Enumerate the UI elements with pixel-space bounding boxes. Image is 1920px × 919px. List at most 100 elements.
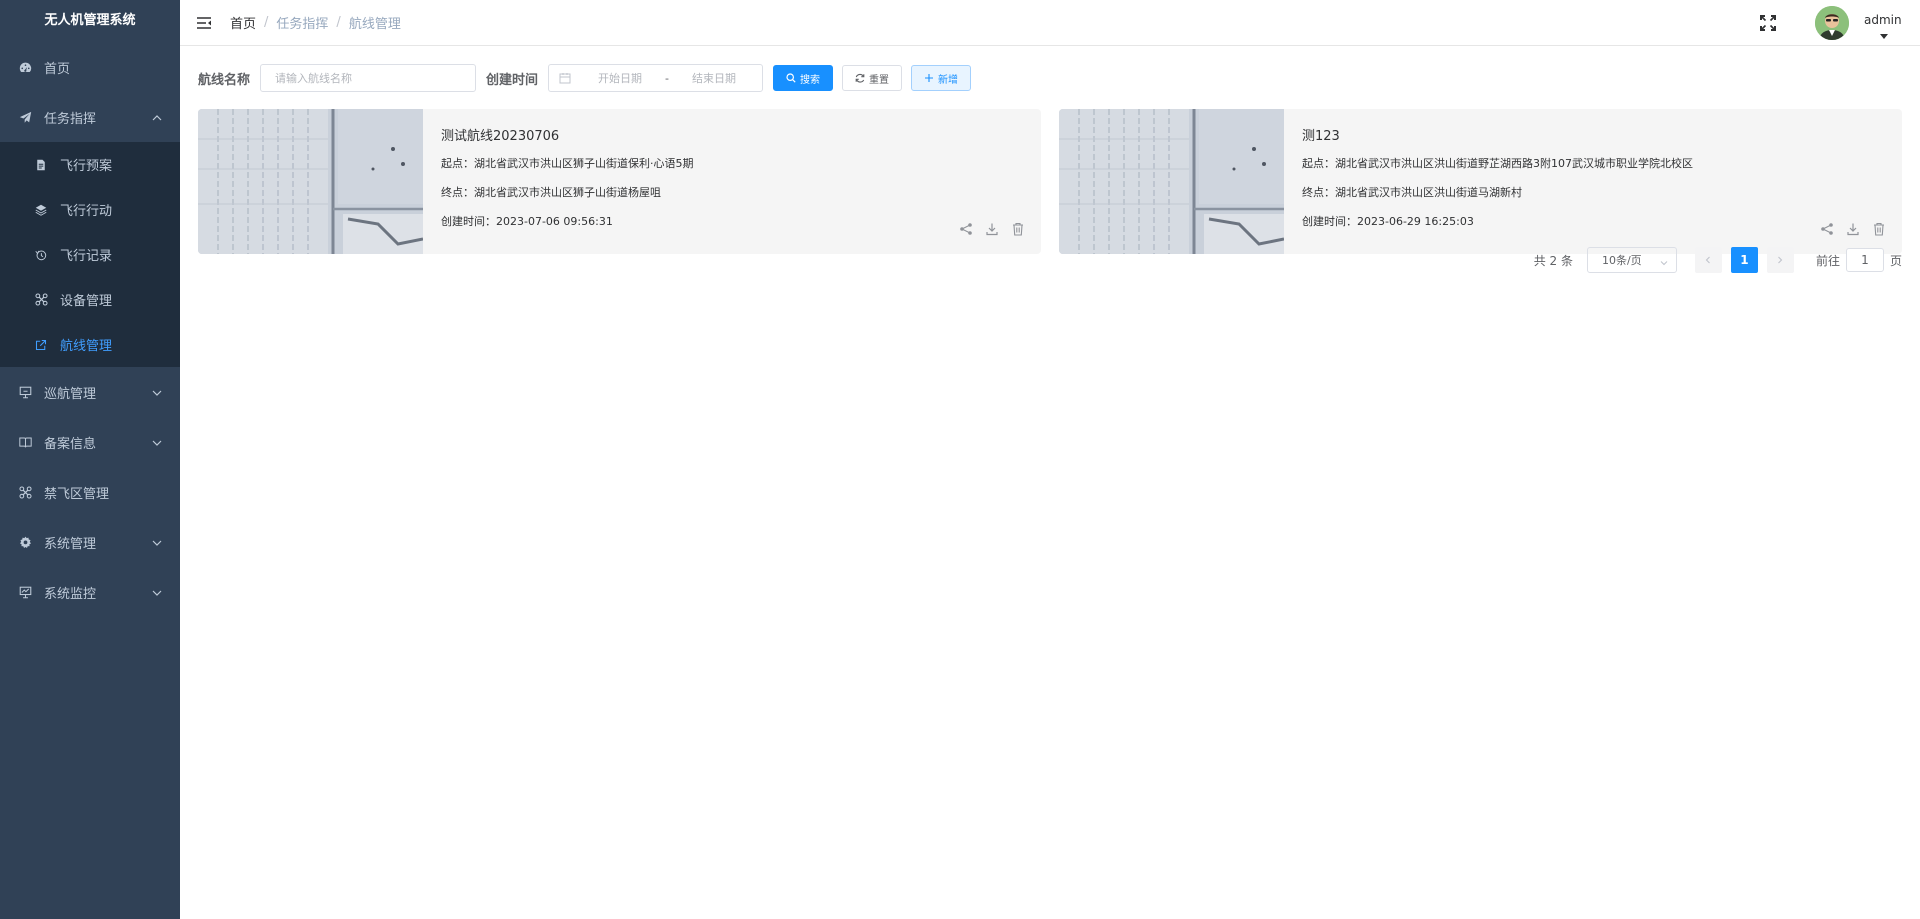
calendar-icon (559, 72, 571, 84)
route-created-time: 创建时间：2023-06-29 16:25:03 (1302, 215, 1474, 228)
delete-icon[interactable] (1872, 222, 1886, 236)
fullscreen-icon[interactable] (1759, 14, 1777, 32)
drone-icon (18, 485, 32, 499)
route-thumbnail-image (198, 109, 423, 254)
breadcrumb-home[interactable]: 首页 (230, 13, 256, 32)
monitor-chart-icon (18, 585, 32, 599)
route-card-list: 测试航线20230706 起点：湖北省武汉市洪山区狮子山街道保利·心语5期 终点… (198, 109, 1902, 254)
sidebar-item-label: 备案信息 (44, 436, 97, 452)
breadcrumb-current: 航线管理 (348, 17, 401, 32)
book-icon (18, 435, 32, 449)
create-time-label: 创建时间 (486, 72, 539, 88)
sidebar-item-flight-record[interactable]: 飞行记录 (0, 232, 180, 277)
plus-icon (925, 74, 934, 82)
reset-button-label: 重置 (869, 74, 890, 86)
date-range-separator: - (665, 71, 670, 85)
search-icon (786, 73, 796, 83)
chevron-down-icon (152, 437, 162, 447)
gear-icon (18, 535, 32, 549)
drone-icon (34, 293, 48, 307)
send-icon (18, 110, 32, 124)
sidebar-item-label: 设备管理 (60, 294, 113, 309)
share-icon[interactable] (959, 222, 973, 236)
page-size-select[interactable]: 10条/页 (1586, 247, 1677, 273)
sidebar-item-no-fly-zone[interactable]: 禁飞区管理 (0, 467, 180, 517)
search-button-label: 搜索 (800, 74, 821, 86)
route-info: 测试航线20230706 起点：湖北省武汉市洪山区狮子山街道保利·心语5期 终点… (441, 125, 1021, 243)
chevron-left-icon (1706, 256, 1711, 264)
route-end-point: 终点：湖北省武汉市洪山区洪山街道马湖新村 (1302, 186, 1522, 199)
next-page-button[interactable] (1766, 247, 1794, 273)
sidebar-item-label: 系统监控 (44, 586, 97, 602)
page-size-value: 10条/页 (1601, 254, 1642, 267)
breadcrumb: 首页 / 任务指挥 / 航线管理 (230, 13, 401, 32)
date-range-picker[interactable]: 开始日期 - 结束日期 (548, 64, 764, 92)
breadcrumb-separator: / (264, 15, 269, 30)
prev-page-button[interactable] (1694, 247, 1722, 273)
goto-page-input[interactable] (1845, 248, 1884, 272)
sidebar-item-cruise-management[interactable]: 巡航管理 (0, 367, 180, 417)
sidebar-item-filing-info[interactable]: 备案信息 (0, 417, 180, 467)
download-icon[interactable] (1846, 222, 1860, 236)
app-title: 无人机管理系统 (44, 13, 136, 28)
sidebar-item-system-management[interactable]: 系统管理 (0, 517, 180, 567)
search-button[interactable]: 搜索 (773, 65, 834, 91)
submenu-task-command: 飞行预案 飞行行动 飞行记录 设备管理 航线管理 (0, 142, 180, 367)
chevron-right-icon (1778, 256, 1783, 264)
route-name-input[interactable] (260, 64, 477, 92)
route-start-point: 起点：湖北省武汉市洪山区狮子山街道保利·心语5期 (441, 157, 694, 170)
route-start-point: 起点：湖北省武汉市洪山区洪山街道野芷湖西路3附107武汉城市职业学院北校区 (1302, 157, 1693, 170)
start-date-placeholder[interactable]: 开始日期 (585, 70, 655, 86)
route-card[interactable]: 测123 起点：湖北省武汉市洪山区洪山街道野芷湖西路3附107武汉城市职业学院北… (1059, 109, 1902, 254)
sidebar-item-label: 任务指挥 (44, 111, 97, 127)
route-card-actions (959, 222, 1025, 236)
pagination-total: 共 2 条 (1533, 253, 1573, 268)
page-number-current[interactable]: 1 (1730, 247, 1758, 273)
avatar[interactable] (1815, 6, 1849, 40)
route-title: 测123 (1302, 129, 1340, 144)
refresh-icon (855, 73, 865, 83)
end-date-placeholder[interactable]: 结束日期 (679, 70, 749, 86)
pagination: 共 2 条 10条/页 1 前往 页 (1534, 247, 1902, 273)
chevron-down-icon (152, 537, 162, 547)
sidebar: 无人机管理系统 首页 任务指挥 飞行预案 飞行行动 飞行记录 设备管理 航线管理… (0, 0, 180, 919)
page-jumper: 前往 页 (1816, 248, 1902, 272)
download-icon[interactable] (985, 222, 999, 236)
sidebar-item-system-monitor[interactable]: 系统监控 (0, 567, 180, 617)
dashboard-icon (18, 60, 32, 74)
sidebar-item-flight-action[interactable]: 飞行行动 (0, 187, 180, 232)
sidebar-item-flight-plan[interactable]: 飞行预案 (0, 142, 180, 187)
chevron-down-icon (152, 587, 162, 597)
route-thumbnail-image (1059, 109, 1284, 254)
chevron-down-icon (1660, 257, 1668, 266)
add-button-label: 新增 (938, 74, 959, 86)
chevron-up-icon (152, 112, 162, 122)
delete-icon[interactable] (1011, 222, 1025, 236)
sidebar-item-task-command[interactable]: 任务指挥 (0, 92, 180, 142)
chevron-down-icon (152, 387, 162, 397)
sidebar-item-home[interactable]: 首页 (0, 42, 180, 92)
external-link-icon (34, 338, 48, 352)
sidebar-item-label: 飞行预案 (60, 159, 113, 174)
sidebar-item-device-management[interactable]: 设备管理 (0, 277, 180, 322)
share-icon[interactable] (1820, 222, 1834, 236)
history-icon (34, 248, 48, 262)
sidebar-item-label: 飞行行动 (60, 204, 113, 219)
hamburger-menu-icon[interactable] (196, 16, 212, 30)
breadcrumb-task-command: 任务指挥 (276, 17, 329, 32)
sidebar-item-route-management[interactable]: 航线管理 (0, 322, 180, 367)
goto-label: 前往 (1815, 253, 1840, 268)
document-icon (34, 158, 48, 172)
monitor-icon (18, 385, 32, 399)
user-menu[interactable]: admin (1864, 13, 1920, 39)
search-form: 航线名称 创建时间 开始日期 - 结束日期 搜索 重置 新增 (198, 63, 1902, 93)
reset-button[interactable]: 重置 (842, 65, 903, 91)
top-navbar: 首页 / 任务指挥 / 航线管理 admin (180, 0, 1920, 46)
route-card-actions (1820, 222, 1886, 236)
sidebar-item-label: 巡航管理 (44, 386, 97, 402)
add-button[interactable]: 新增 (911, 65, 972, 91)
sidebar-item-label: 系统管理 (44, 536, 97, 552)
route-card[interactable]: 测试航线20230706 起点：湖北省武汉市洪山区狮子山街道保利·心语5期 终点… (198, 109, 1041, 254)
route-created-time: 创建时间：2023-07-06 09:56:31 (441, 215, 613, 228)
layers-icon (34, 203, 48, 217)
